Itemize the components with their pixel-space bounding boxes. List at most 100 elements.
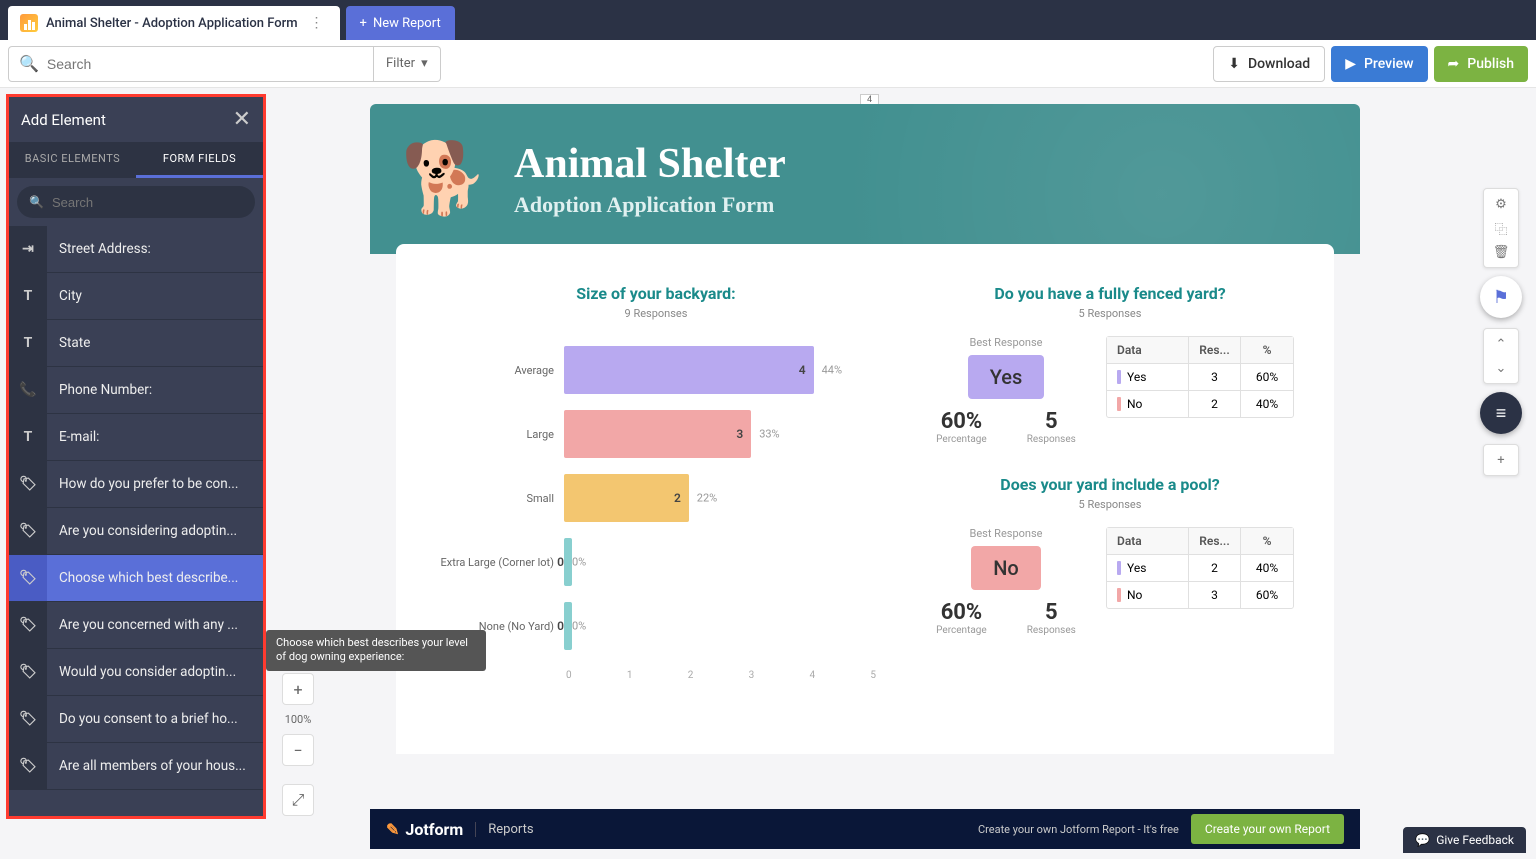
bar-row: Extra Large (Corner lot) 0 0%	[436, 536, 876, 588]
toolbar: 🔍 Filter ▾ ⬇ Download ▶ Preview ➦ Publis…	[0, 40, 1536, 88]
add-icon[interactable]: +	[1488, 449, 1514, 471]
field-label: Choose which best describe...	[47, 570, 263, 586]
tag-icon: 🏷	[9, 649, 47, 695]
search-input[interactable]	[47, 56, 363, 72]
best-response-value: No	[971, 546, 1041, 590]
bar: 0	[564, 602, 572, 650]
field-item[interactable]: 🏷Choose which best describe...	[9, 555, 263, 602]
topbar: Animal Shelter - Adoption Application Fo…	[0, 0, 1536, 40]
report-header[interactable]: 🐕 Animal Shelter Adoption Application Fo…	[370, 104, 1360, 254]
stat-responses: 5	[1027, 409, 1076, 434]
field-item[interactable]: TE-mail:	[9, 414, 263, 461]
field-label: Phone Number:	[47, 382, 263, 398]
td-res: 3	[1189, 582, 1241, 608]
move-up-icon[interactable]: ⌃	[1488, 333, 1514, 355]
chart-icon	[20, 14, 38, 32]
preview-button[interactable]: ▶ Preview	[1331, 46, 1427, 82]
table-row: No240%	[1107, 391, 1293, 417]
field-item[interactable]: 🏷How do you prefer to be con...	[9, 461, 263, 508]
zoom-percentage: 100%	[285, 709, 312, 730]
tab-menu-icon[interactable]: ⋮	[306, 15, 328, 31]
chart-fenced[interactable]: Do you have a fully fenced yard? 5 Respo…	[926, 284, 1294, 445]
close-icon[interactable]: ✕	[233, 107, 251, 132]
filter-label: Filter	[386, 56, 415, 71]
field-item[interactable]: TCity	[9, 273, 263, 320]
panel-search-input[interactable]	[52, 195, 243, 210]
field-item[interactable]: ⇥Street Address:	[9, 226, 263, 273]
chart-subtitle: 5 Responses	[926, 498, 1294, 511]
field-item[interactable]: TState	[9, 320, 263, 367]
color-swatch	[1117, 588, 1121, 602]
th-pct: %	[1241, 337, 1293, 363]
new-report-button[interactable]: + New Report	[346, 6, 455, 40]
td-data: No	[1107, 391, 1189, 417]
table-row: Yes240%	[1107, 555, 1293, 582]
th-data: Data	[1107, 337, 1189, 363]
field-item[interactable]: 🏷Are you concerned with any ...	[9, 602, 263, 649]
report-content: Size of your backyard: 9 Responses Avera…	[396, 244, 1334, 754]
chart-title: Do you have a fully fenced yard?	[926, 284, 1294, 303]
stat-label: Responses	[1027, 625, 1076, 636]
move-down-icon[interactable]: ⌄	[1488, 357, 1514, 379]
tab-basic-elements[interactable]: BASIC ELEMENTS	[9, 142, 136, 178]
tag-icon: 🏷	[9, 696, 47, 742]
chart-subtitle: 5 Responses	[926, 307, 1294, 320]
tag-icon: 🏷	[9, 602, 47, 648]
tab-form-fields[interactable]: FORM FIELDS	[136, 142, 263, 178]
publish-button[interactable]: ➦ Publish	[1434, 46, 1528, 82]
download-button[interactable]: ⬇ Download	[1213, 46, 1325, 82]
color-swatch	[1117, 370, 1121, 384]
color-swatch	[1117, 561, 1121, 575]
field-item[interactable]: 🏷Do you consent to a brief ho...	[9, 696, 263, 743]
jotform-logo[interactable]: ✎Jotform	[386, 820, 463, 839]
td-pct: 60%	[1241, 582, 1293, 608]
field-label: Are all members of your hous...	[47, 758, 263, 774]
dog-icon: 🐕	[400, 134, 490, 224]
stat-percentage: 60%	[936, 409, 987, 434]
feedback-label: Give Feedback	[1436, 833, 1514, 847]
preview-label: Preview	[1364, 56, 1414, 72]
chart-title: Does your yard include a pool?	[926, 475, 1294, 494]
th-res: Res...	[1189, 337, 1241, 363]
best-response-label: Best Response	[926, 527, 1086, 540]
search-box[interactable]: 🔍	[8, 46, 374, 82]
fit-screen-button[interactable]: ⤢	[282, 784, 314, 816]
search-icon: 🔍	[19, 54, 39, 73]
field-item[interactable]: 🏷Are you considering adoptin...	[9, 508, 263, 555]
th-data: Data	[1107, 528, 1189, 554]
settings-icon[interactable]: ⚙	[1488, 193, 1514, 215]
td-res: 3	[1189, 364, 1241, 390]
bar-row: None (No Yard) 0 0%	[436, 600, 876, 652]
tag-icon: 🏷	[9, 555, 47, 601]
panel-search[interactable]: 🔍	[17, 186, 255, 218]
search-icon: 🔍	[29, 195, 44, 209]
add-element-panel: Add Element ✕ BASIC ELEMENTS FORM FIELDS…	[6, 94, 266, 819]
indent-icon: ⇥	[9, 226, 47, 272]
tag-icon: 🏷	[9, 461, 47, 507]
copy-icon[interactable]: ⿻	[1488, 217, 1514, 239]
tag-icon: 🏷	[9, 508, 47, 554]
stat-label: Percentage	[936, 434, 987, 445]
field-item[interactable]: 🏷Are all members of your hous...	[9, 743, 263, 790]
field-label: Do you consent to a brief ho...	[47, 711, 263, 727]
create-report-button[interactable]: Create your own Report	[1191, 814, 1344, 844]
zoom-in-button[interactable]: +	[282, 673, 314, 705]
field-item[interactable]: 🏷Would you consider adoptin...	[9, 649, 263, 696]
text-icon: T	[9, 414, 47, 460]
trash-icon[interactable]: 🗑	[1488, 241, 1514, 263]
give-feedback-button[interactable]: 💬 Give Feedback	[1403, 827, 1526, 853]
report-tab[interactable]: Animal Shelter - Adoption Application Fo…	[8, 6, 340, 40]
field-item[interactable]: 📞Phone Number:	[9, 367, 263, 414]
bar: 3	[564, 410, 751, 458]
chart-pool[interactable]: Does your yard include a pool? 5 Respons…	[926, 475, 1294, 636]
stat-percentage: 60%	[936, 600, 987, 625]
text-icon: T	[9, 320, 47, 366]
filter-button[interactable]: Filter ▾	[374, 46, 441, 82]
layers-button[interactable]: ≡	[1480, 392, 1522, 434]
zoom-out-button[interactable]: −	[282, 734, 314, 766]
td-data: Yes	[1107, 364, 1189, 390]
chart-backyard[interactable]: Size of your backyard: 9 Responses Avera…	[436, 284, 876, 714]
flag-button[interactable]: ⚑	[1480, 276, 1522, 318]
field-label: How do you prefer to be con...	[47, 476, 263, 492]
plus-icon: +	[360, 16, 367, 31]
